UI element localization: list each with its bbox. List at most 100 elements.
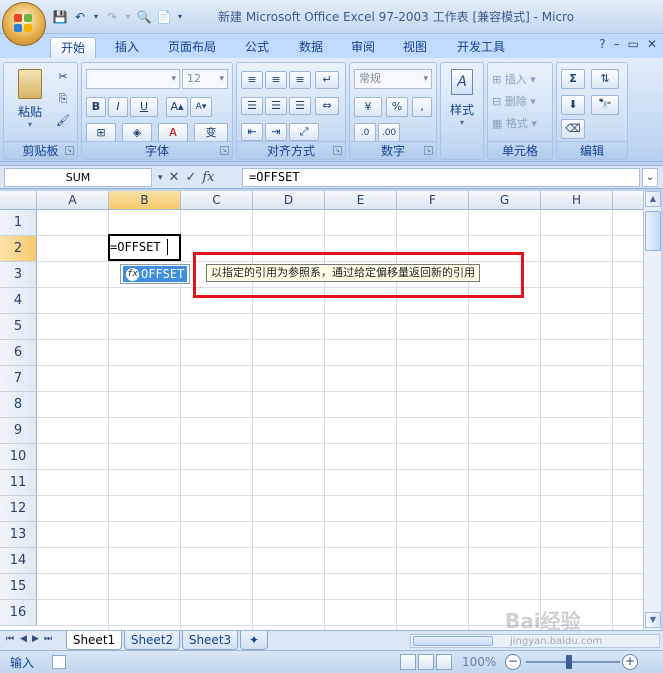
print-preview-icon[interactable]: 🔍 xyxy=(136,9,152,25)
new-document-icon[interactable]: 📄 xyxy=(156,9,172,25)
format-cells-button[interactable]: ▦ 格式 ▾ xyxy=(492,115,537,131)
align-bottom-icon[interactable]: ≡ xyxy=(289,71,311,89)
decrease-indent-icon[interactable]: ⇤ xyxy=(241,123,263,141)
row-header-14[interactable]: 14 xyxy=(0,548,37,574)
row-header-15[interactable]: 15 xyxy=(0,574,37,600)
undo-icon[interactable]: ↶ xyxy=(72,9,88,25)
find-select-icon[interactable]: 🔭 xyxy=(591,95,619,115)
row-header-3[interactable]: 3 xyxy=(0,262,37,288)
name-box-dropdown-icon[interactable]: ▾ xyxy=(158,173,163,183)
tab-review[interactable]: 审阅 xyxy=(342,37,384,58)
tab-page-layout[interactable]: 页面布局 xyxy=(160,37,224,58)
autosum-icon[interactable]: Σ xyxy=(561,69,585,89)
format-painter-icon[interactable]: 🖌 xyxy=(54,113,72,131)
insert-sheet-icon[interactable]: ✦ xyxy=(240,631,268,650)
column-header-f[interactable]: F xyxy=(397,191,469,210)
zoom-slider-thumb[interactable] xyxy=(566,655,572,669)
number-format-combo[interactable]: 常规 xyxy=(354,69,432,89)
shrink-font-icon[interactable]: A▾ xyxy=(190,97,212,117)
column-header-h[interactable]: H xyxy=(541,191,613,210)
align-left-icon[interactable]: ☰ xyxy=(241,97,263,115)
tab-formulas[interactable]: 公式 xyxy=(236,37,278,58)
font-name-combo[interactable] xyxy=(86,69,180,89)
copy-icon[interactable]: ⎘ xyxy=(54,91,72,109)
font-size-combo[interactable]: 12 xyxy=(182,69,228,89)
vertical-scroll-thumb[interactable] xyxy=(645,211,661,251)
autocomplete-item-offset[interactable]: fx OFFSET xyxy=(123,266,187,282)
align-top-icon[interactable]: ≡ xyxy=(241,71,263,89)
help-icon[interactable]: ? xyxy=(599,37,605,51)
row-header-2[interactable]: 2 xyxy=(0,236,37,262)
row-header-12[interactable]: 12 xyxy=(0,496,37,522)
underline-button[interactable]: U xyxy=(130,97,158,117)
increase-decimal-icon[interactable]: .0 xyxy=(354,123,376,143)
vertical-scrollbar[interactable]: ▲ ▼ xyxy=(643,191,661,630)
italic-button[interactable]: I xyxy=(108,97,128,117)
row-header-7[interactable]: 7 xyxy=(0,366,37,392)
macro-record-icon[interactable] xyxy=(52,655,66,669)
wrap-text-icon[interactable]: ↵ xyxy=(315,71,339,89)
paste-button[interactable]: 粘贴 ▾ xyxy=(12,69,48,131)
cancel-entry-icon[interactable]: ✕ xyxy=(169,170,180,185)
row-header-8[interactable]: 8 xyxy=(0,392,37,418)
row-header-5[interactable]: 5 xyxy=(0,314,37,340)
sheet-tab-sheet3[interactable]: Sheet3 xyxy=(182,631,238,650)
close-icon[interactable]: ✕ xyxy=(647,37,657,51)
row-header-16[interactable]: 16 xyxy=(0,600,37,626)
fill-color-icon[interactable]: ◈ xyxy=(122,123,152,143)
grow-font-icon[interactable]: A▴ xyxy=(166,97,188,117)
restore-icon[interactable]: ▭ xyxy=(628,37,639,51)
orientation-icon[interactable]: ⤢ xyxy=(289,123,319,141)
comma-button[interactable]: , xyxy=(412,97,432,117)
function-autocomplete-list[interactable]: fx OFFSET xyxy=(120,264,190,284)
column-header-a[interactable]: A xyxy=(37,191,109,210)
horizontal-scroll-thumb[interactable] xyxy=(413,636,493,646)
clipboard-dialog-launcher[interactable]: ↘ xyxy=(65,146,74,155)
cut-icon[interactable]: ✂ xyxy=(54,69,72,87)
sheet-tab-sheet2[interactable]: Sheet2 xyxy=(124,631,180,650)
row-header-10[interactable]: 10 xyxy=(0,444,37,470)
insert-cells-button[interactable]: ⊞ 插入 ▾ xyxy=(492,71,536,87)
sheet-tab-sheet1[interactable]: Sheet1 xyxy=(66,631,122,650)
number-dialog-launcher[interactable]: ↘ xyxy=(424,146,433,155)
prev-sheet-icon[interactable]: ◀ xyxy=(20,634,27,644)
first-sheet-icon[interactable]: ⏮ xyxy=(6,634,14,644)
row-header-13[interactable]: 13 xyxy=(0,522,37,548)
enter-entry-icon[interactable]: ✓ xyxy=(185,170,196,185)
column-header-i[interactable] xyxy=(613,191,643,210)
column-header-b[interactable]: B xyxy=(109,191,181,210)
phonetic-button[interactable]: 变 xyxy=(194,123,228,143)
insert-function-icon[interactable]: fx xyxy=(202,170,214,185)
select-all-corner[interactable] xyxy=(0,191,37,210)
zoom-out-icon[interactable]: − xyxy=(505,654,521,670)
font-dialog-launcher[interactable]: ↘ xyxy=(220,146,229,155)
merge-center-icon[interactable]: ⇔ xyxy=(315,97,339,115)
office-button[interactable] xyxy=(2,2,46,46)
percent-button[interactable]: % xyxy=(386,97,408,117)
save-icon[interactable]: 💾 xyxy=(52,9,68,25)
column-header-g[interactable]: G xyxy=(469,191,541,210)
undo-dropdown-icon[interactable]: ▾ xyxy=(92,9,100,25)
borders-icon[interactable]: ⊞ xyxy=(86,123,116,143)
next-sheet-icon[interactable]: ▶ xyxy=(32,634,39,644)
formula-input[interactable]: =OFFSET xyxy=(242,168,640,187)
scroll-up-icon[interactable]: ▲ xyxy=(645,191,661,207)
column-header-d[interactable]: D xyxy=(253,191,325,210)
normal-view-icon[interactable] xyxy=(400,654,416,670)
row-header-11[interactable]: 11 xyxy=(0,470,37,496)
delete-cells-button[interactable]: ⊟ 删除 ▾ xyxy=(492,93,536,109)
alignment-dialog-launcher[interactable]: ↘ xyxy=(333,146,342,155)
tab-insert[interactable]: 插入 xyxy=(106,37,148,58)
customize-qat-icon[interactable]: ▾ xyxy=(176,9,184,25)
increase-indent-icon[interactable]: ⇥ xyxy=(265,123,287,141)
align-center-icon[interactable]: ☰ xyxy=(265,97,287,115)
styles-button[interactable]: A 样式 ▾ xyxy=(445,69,479,139)
currency-icon[interactable]: ¥ xyxy=(354,97,382,117)
row-header-6[interactable]: 6 xyxy=(0,340,37,366)
column-header-c[interactable]: C xyxy=(181,191,253,210)
name-box[interactable]: SUM xyxy=(4,168,152,187)
sort-filter-icon[interactable]: ⇅ xyxy=(591,69,619,89)
decrease-decimal-icon[interactable]: .00 xyxy=(378,123,400,143)
clear-icon[interactable]: ⌫ xyxy=(561,119,585,139)
row-header-4[interactable]: 4 xyxy=(0,288,37,314)
